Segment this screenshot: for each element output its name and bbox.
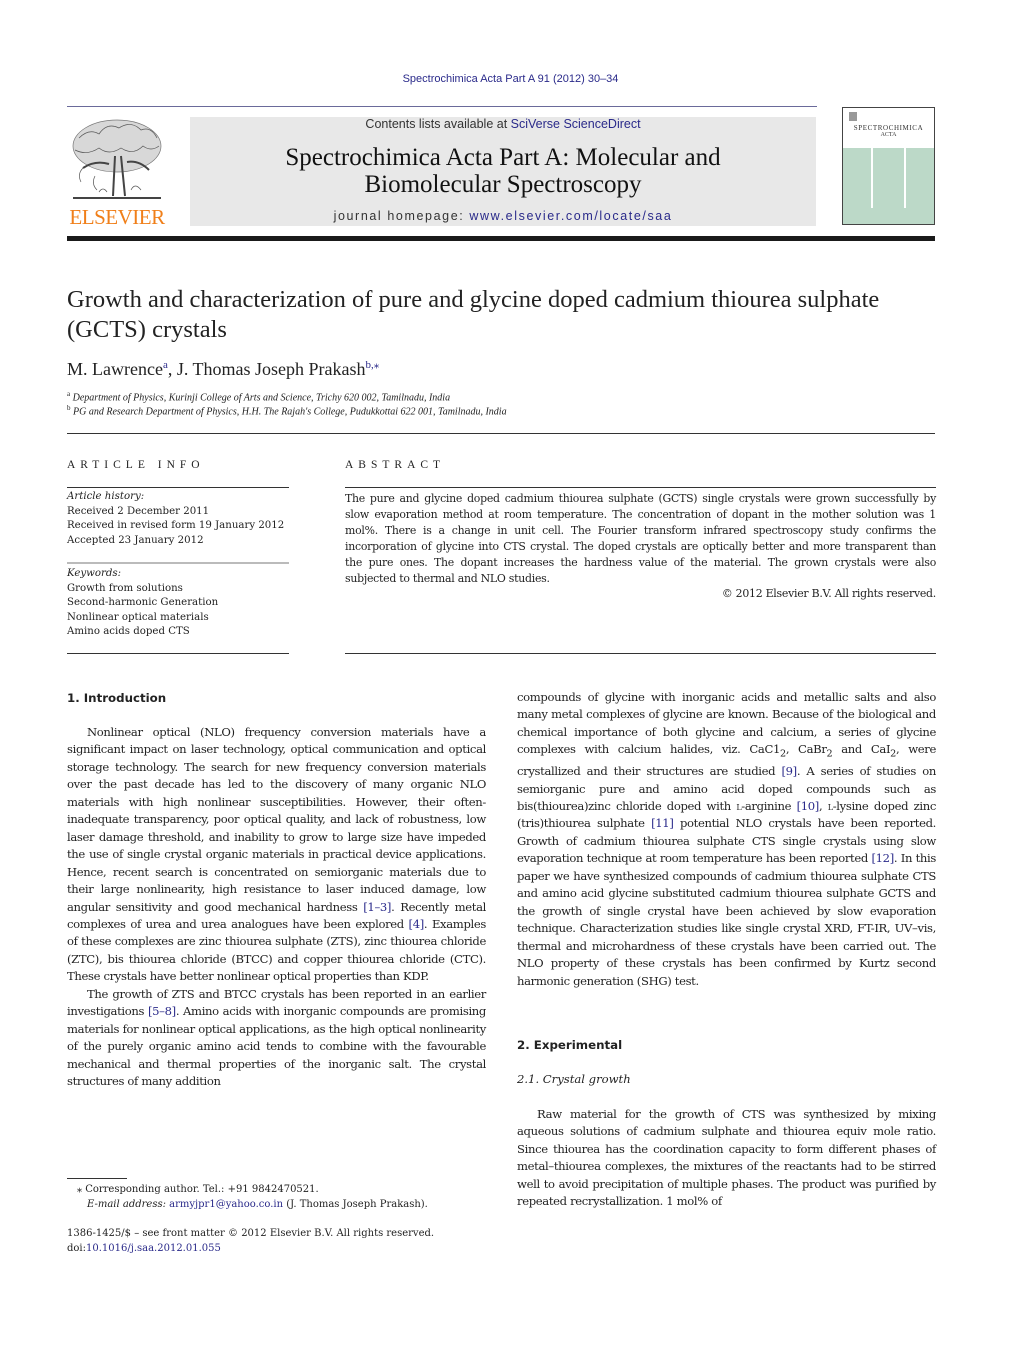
cover-title: SPECTROCHIMICA bbox=[853, 124, 924, 132]
paragraph: compounds of glycine with inorganic acid… bbox=[517, 689, 936, 990]
paragraph: The growth of ZTS and BTCC crystals has … bbox=[67, 986, 486, 1091]
sciencedirect-link[interactable]: SciVerse ScienceDirect bbox=[511, 117, 641, 131]
author-affiliation-mark[interactable]: b,⁎ bbox=[366, 359, 380, 371]
email-suffix: (J. Thomas Joseph Prakash). bbox=[283, 1199, 428, 1210]
section-heading-introduction: 1. Introduction bbox=[67, 691, 167, 705]
issn-line: 1386-1425/$ – see front matter © 2012 El… bbox=[67, 1228, 435, 1239]
homepage-prefix: journal homepage: bbox=[333, 209, 470, 223]
journal-citation-link[interactable]: Spectrochimica Acta Part A 91 (2012) 30–… bbox=[0, 73, 1021, 85]
journal-title-line2: Biomolecular Spectroscopy bbox=[364, 171, 642, 198]
affiliation-mark: b bbox=[67, 404, 71, 412]
journal-banner: Contents lists available at SciVerse Sci… bbox=[190, 117, 816, 226]
keyword-item: Growth from solutions bbox=[67, 582, 183, 594]
history-item: Received in revised form 19 January 2012 bbox=[67, 520, 285, 531]
contents-line: Contents lists available at SciVerse Sci… bbox=[190, 117, 816, 131]
journal-title: Spectrochimica Acta Part A: Molecular an… bbox=[190, 144, 816, 198]
affiliation-text: PG and Research Department of Physics, H… bbox=[73, 406, 507, 418]
affiliation-mark: a bbox=[67, 390, 71, 398]
article-info-divider bbox=[67, 487, 289, 488]
elsevier-tree-icon bbox=[72, 119, 162, 199]
history-item: Accepted 23 January 2012 bbox=[67, 534, 204, 546]
paragraph: Nonlinear optical (NLO) frequency conver… bbox=[67, 724, 486, 986]
body-column-right: compounds of glycine with inorganic acid… bbox=[517, 689, 936, 990]
paragraph-text: . In this paper we have synthesized comp… bbox=[517, 851, 936, 988]
paragraph: Raw material for the growth of CTS was s… bbox=[517, 1107, 936, 1209]
header-divider bbox=[67, 106, 817, 107]
footnote-star: ⁎ bbox=[77, 1184, 82, 1195]
homepage-line: journal homepage: www.elsevier.com/locat… bbox=[190, 209, 816, 223]
doi-prefix: doi: bbox=[67, 1243, 86, 1254]
affiliation-text: Department of Physics, Kurinji College o… bbox=[72, 392, 451, 404]
elsevier-wordmark: ELSEVIER bbox=[69, 205, 165, 229]
paragraph-text: , bbox=[818, 799, 828, 814]
article-history-label: Article history: bbox=[67, 491, 145, 502]
header-thick-divider bbox=[67, 236, 935, 241]
author-affiliation-mark[interactable]: a bbox=[163, 359, 168, 371]
paragraph-text: , CaBr bbox=[785, 742, 827, 757]
section-heading-experimental: 2. Experimental bbox=[517, 1038, 623, 1052]
body-column-right-experimental: Raw material for the growth of CTS was s… bbox=[517, 1106, 936, 1211]
history-item: Received 2 December 2011 bbox=[67, 505, 210, 517]
article-history: Article history: Received 2 December 201… bbox=[67, 490, 289, 548]
author-email-link[interactable]: armyjpr1@yahoo.co.in bbox=[169, 1199, 283, 1210]
article-info-bottom-divider bbox=[67, 653, 289, 654]
journal-homepage-link[interactable]: www.elsevier.com/locate/saa bbox=[469, 209, 672, 223]
corresponding-author-text: Corresponding author. Tel.: +91 98424705… bbox=[85, 1184, 319, 1195]
author-name[interactable]: M. Lawrence bbox=[67, 359, 163, 379]
cover-subtitle: ACTA bbox=[880, 132, 897, 138]
keywords: Keywords: Growth from solutions Second-h… bbox=[67, 567, 289, 640]
abstract-bottom-divider bbox=[345, 653, 936, 654]
cover-green-panel bbox=[843, 148, 934, 224]
abstract-copyright: © 2012 Elsevier B.V. All rights reserved… bbox=[721, 587, 936, 600]
article-info-heading: ARTICLE INFO bbox=[67, 459, 205, 471]
author-name[interactable]: J. Thomas Joseph Prakash bbox=[177, 359, 366, 379]
citation-link[interactable]: [4] bbox=[409, 917, 425, 931]
citation-link[interactable]: [10] bbox=[797, 799, 820, 813]
abstract-text: The pure and glycine doped cadmium thiou… bbox=[345, 492, 936, 585]
cover-logo-icon bbox=[849, 112, 857, 121]
citation-link[interactable]: [1–3] bbox=[363, 900, 391, 914]
cover-stripe bbox=[904, 148, 906, 208]
corresponding-author-footnote: ⁎ Corresponding author. Tel.: +91 984247… bbox=[77, 1182, 497, 1212]
citation-link[interactable]: [12] bbox=[871, 851, 894, 865]
footnote-divider bbox=[67, 1178, 127, 1179]
paragraph-text: Nonlinear optical (NLO) frequency conver… bbox=[67, 725, 486, 914]
keyword-item: Second-harmonic Generation bbox=[67, 597, 219, 608]
abstract-divider bbox=[345, 487, 936, 488]
elsevier-logo: ELSEVIER bbox=[67, 116, 167, 229]
doi-link[interactable]: 10.1016/j.saa.2012.01.055 bbox=[86, 1243, 221, 1254]
citation-link[interactable]: [11] bbox=[651, 816, 674, 830]
paragraph-text: -arginine bbox=[741, 799, 797, 814]
journal-title-line1: Spectrochimica Acta Part A: Molecular an… bbox=[285, 144, 721, 171]
keywords-label: Keywords: bbox=[67, 568, 122, 579]
email-label: E-mail address: bbox=[87, 1199, 170, 1210]
subsection-heading-crystal-growth: 2.1. Crystal growth bbox=[517, 1072, 631, 1086]
front-matter-info: 1386-1425/$ – see front matter © 2012 El… bbox=[67, 1226, 507, 1256]
citation-link[interactable]: [5–8] bbox=[148, 1004, 176, 1018]
keyword-item: Amino acids doped CTS bbox=[67, 626, 190, 637]
journal-cover-thumbnail[interactable]: SPECTROCHIMICA ACTA bbox=[842, 107, 935, 225]
abstract-heading: ABSTRACT bbox=[345, 459, 446, 471]
keyword-item: Nonlinear optical materials bbox=[67, 611, 209, 623]
cover-stripe bbox=[871, 148, 873, 208]
contents-prefix: Contents lists available at bbox=[365, 117, 511, 131]
affiliation: b PG and Research Department of Physics,… bbox=[67, 404, 507, 417]
paragraph-text: and CaI bbox=[832, 742, 891, 757]
body-column-left: Nonlinear optical (NLO) frequency conver… bbox=[67, 724, 486, 1091]
article-title: Growth and characterization of pure and … bbox=[67, 286, 880, 343]
keywords-divider bbox=[67, 562, 289, 564]
author-list: M. Lawrencea, J. Thomas Joseph Prakashb,… bbox=[67, 359, 380, 379]
title-divider bbox=[67, 433, 935, 434]
citation-link[interactable]: [9] bbox=[781, 764, 797, 778]
affiliation: a Department of Physics, Kurinji College… bbox=[67, 390, 450, 403]
